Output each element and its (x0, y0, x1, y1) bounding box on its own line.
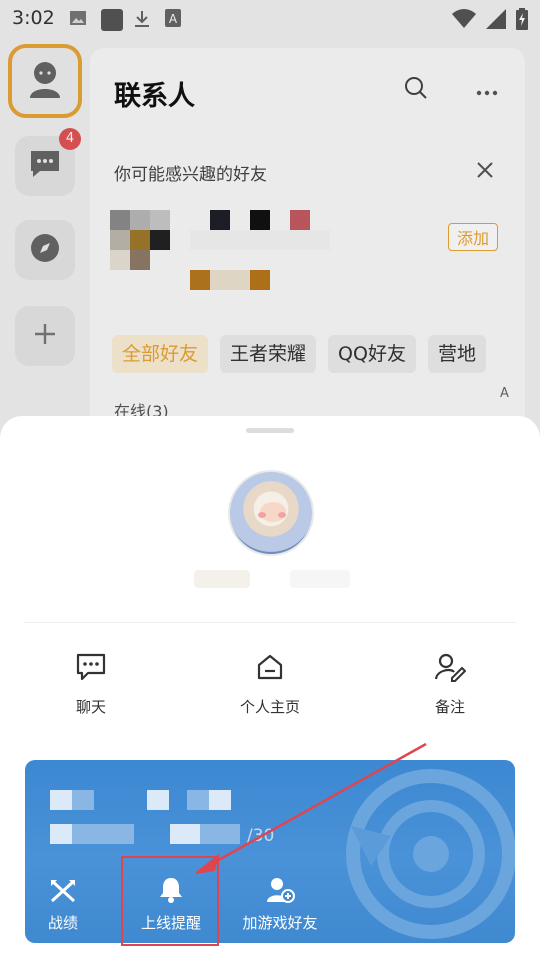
pointer-arrow (195, 742, 427, 874)
